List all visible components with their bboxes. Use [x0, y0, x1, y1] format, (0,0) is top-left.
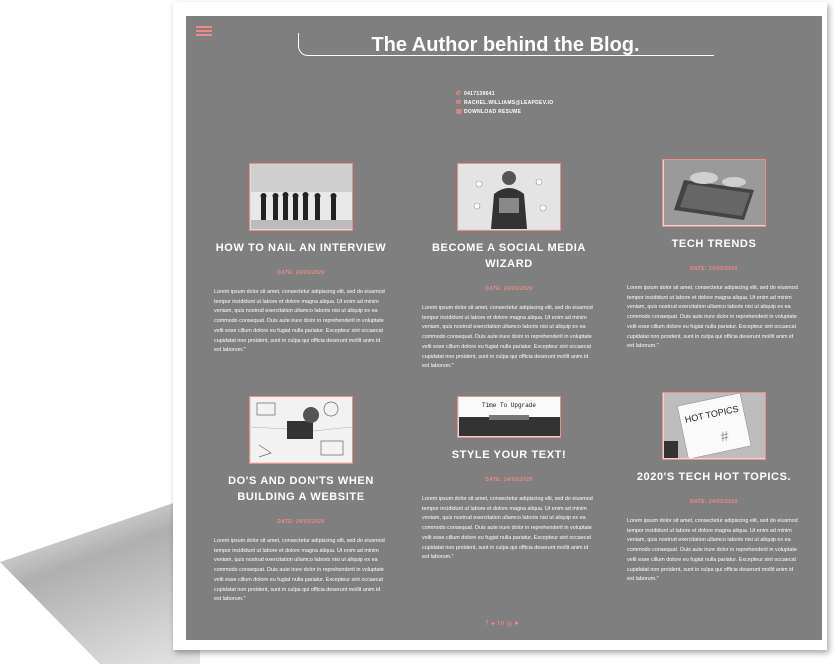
page-title: The Author behind the Blog. [371, 34, 640, 56]
tech-trends-photo[interactable] [662, 159, 766, 227]
post-date: DATE: 24/03/2020 [485, 477, 533, 483]
post-title[interactable]: 2020'S TECH HOT TOPICS. [619, 469, 809, 485]
post-body: Lorem ipsum dolor sit amet, consectetur … [422, 305, 593, 370]
post-date: DATE: 24/03/2020 [690, 499, 738, 505]
post-date: DATE: 24/03/2020 [690, 266, 738, 272]
hamburger-menu-icon[interactable] [196, 26, 212, 36]
twitter-icon[interactable]: ✦ [490, 620, 497, 628]
github-icon[interactable]: ● [514, 620, 519, 628]
blog-card: BECOME A SOCIAL MEDIA WIZARD DATE: 24/03… [414, 163, 604, 372]
post-title[interactable]: TECH TRENDS [619, 236, 809, 252]
post-title[interactable]: HOW TO NAIL AN INTERVIEW [206, 240, 396, 256]
linkedin-icon[interactable]: in [498, 620, 505, 628]
page-frame: The Author behind the Blog. ✆ 0417139641 … [173, 2, 827, 650]
social-media-photo[interactable] [457, 163, 561, 231]
post-body: Lorem ipsum dolor sit amet, consectetur … [627, 285, 798, 350]
hot-topics-photo[interactable]: HOT TOPICS # [662, 392, 766, 460]
post-date: DATE: 24/03/2020 [277, 519, 325, 525]
email-icon: ✉ [456, 100, 462, 106]
post-body: Lorem ipsum dolor sit amet, consectetur … [627, 518, 798, 583]
facebook-icon[interactable]: f [486, 620, 489, 628]
contact-list: ✆ 0417139641 ✉ RACHEL.WILLIAMS@LEAPDEV.IO … [456, 89, 553, 116]
post-body: Lorem ipsum dolor sit amet, consectetur … [422, 496, 593, 561]
typewriter-photo[interactable]: Time To Upgrade [457, 396, 561, 438]
blog-card: HOT TOPICS # 2020'S TECH HOT TOPICS. DAT… [619, 392, 809, 585]
post-title[interactable]: BECOME A SOCIAL MEDIA WIZARD [414, 240, 604, 272]
contact-phone[interactable]: ✆ 0417139641 [456, 89, 553, 98]
contact-email[interactable]: ✉ RACHEL.WILLIAMS@LEAPDEV.IO [456, 98, 553, 107]
post-date: DATE: 24/03/2020 [277, 270, 325, 276]
phone-icon: ✆ [456, 91, 462, 97]
blog-card: Time To Upgrade STYLE YOUR TEXT! DATE: 2… [414, 396, 604, 563]
post-body: Lorem ipsum dolor sit amet, consectetur … [214, 538, 385, 603]
blog-card: TECH TRENDS DATE: 24/03/2020 Lorem ipsum… [619, 159, 809, 352]
post-body: Lorem ipsum dolor sit amet, consectetur … [214, 289, 385, 354]
post-title[interactable]: STYLE YOUR TEXT! [414, 447, 604, 463]
download-resume-link[interactable]: ▤ DOWNLOAD RESUME [456, 107, 553, 116]
blog-card: HOW TO NAIL AN INTERVIEW DATE: 24/03/202… [206, 163, 396, 356]
typewriter-paper-text: Time To Upgrade [481, 402, 535, 409]
social-links: f ✦ in ◎ ● [486, 620, 520, 628]
interview-photo[interactable] [249, 163, 353, 231]
post-date: DATE: 24/03/2020 [485, 286, 533, 292]
post-title[interactable]: DO'S AND DON'TS WHEN BUILDING A WEBSITE [206, 473, 396, 505]
web-design-photo[interactable] [249, 396, 353, 464]
file-icon: ▤ [456, 109, 462, 115]
blog-page: The Author behind the Blog. ✆ 0417139641 … [186, 16, 822, 640]
blog-card: DO'S AND DON'TS WHEN BUILDING A WEBSITE … [206, 396, 396, 605]
instagram-icon[interactable]: ◎ [506, 620, 513, 628]
page-drop-shadow [0, 494, 200, 664]
